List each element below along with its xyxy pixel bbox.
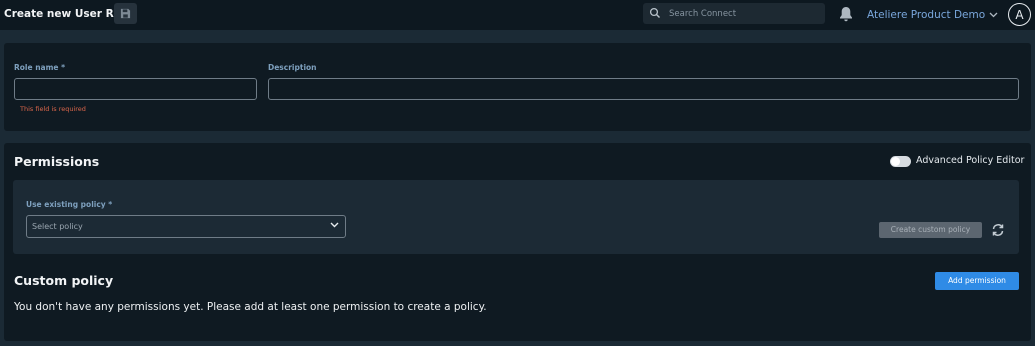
org-name: Ateliere Product Demo xyxy=(867,9,986,21)
search-input[interactable] xyxy=(669,5,819,22)
role-details-card: Role name * This field is required Descr… xyxy=(4,43,1031,131)
role-name-label: Role name * xyxy=(14,63,66,72)
role-name-error: This field is required xyxy=(20,105,86,113)
description-input[interactable] xyxy=(268,78,1019,100)
save-button[interactable] xyxy=(114,3,137,24)
existing-policy-panel: Use existing policy * Select policy Crea… xyxy=(13,180,1019,254)
use-existing-policy-label: Use existing policy * xyxy=(26,200,113,209)
policy-select[interactable]: Select policy xyxy=(26,215,346,238)
advanced-policy-editor-label: Advanced Policy Editor xyxy=(916,155,1025,166)
search-icon xyxy=(649,7,660,18)
permissions-card: Permissions Advanced Policy Editor Use e… xyxy=(4,143,1031,341)
custom-policy-title: Custom policy xyxy=(14,273,114,288)
org-switcher[interactable]: Ateliere Product Demo xyxy=(867,7,998,23)
description-label: Description xyxy=(268,63,317,72)
avatar[interactable]: A xyxy=(1008,3,1031,26)
chevron-down-icon xyxy=(989,12,998,18)
add-permission-button[interactable]: Add permission xyxy=(935,272,1019,290)
advanced-policy-editor-toggle[interactable] xyxy=(890,156,911,167)
permissions-title: Permissions xyxy=(14,154,100,169)
top-bar: Create new User Role Ateliere Product De… xyxy=(0,0,1035,30)
search-box[interactable] xyxy=(643,3,825,24)
create-custom-policy-button[interactable]: Create custom policy xyxy=(879,222,982,238)
empty-permissions-message: You don't have any permissions yet. Plea… xyxy=(14,301,487,313)
chevron-down-icon xyxy=(330,222,339,228)
page-title: Create new User Role xyxy=(4,8,132,20)
role-name-input[interactable] xyxy=(14,78,257,100)
refresh-icon[interactable] xyxy=(991,223,1005,237)
floppy-disk-icon xyxy=(120,8,131,19)
bell-icon[interactable] xyxy=(839,6,853,22)
policy-select-value: Select policy xyxy=(32,222,83,231)
toggle-knob xyxy=(891,157,900,166)
